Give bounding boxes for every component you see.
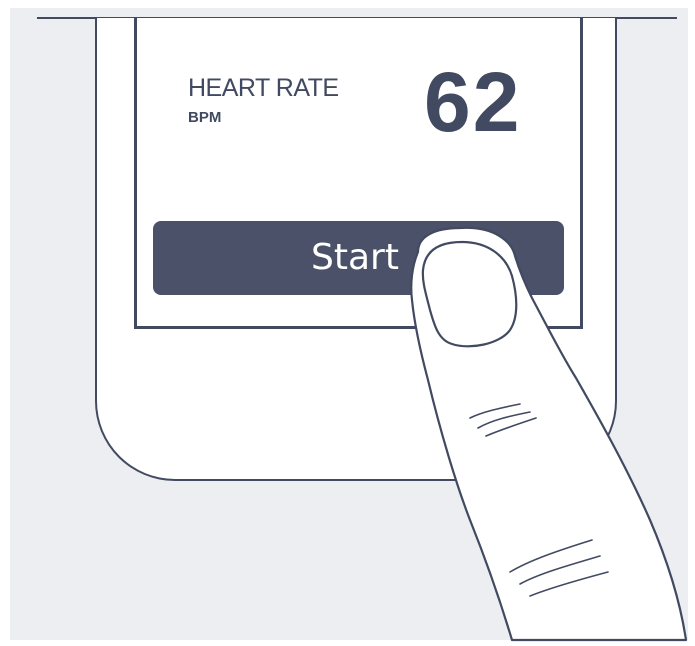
heart-rate-value: 62: [424, 55, 522, 149]
heart-rate-unit: BPM: [188, 109, 222, 126]
heart-rate-label: HEART RATE: [188, 74, 339, 102]
start-button-label: Start: [311, 237, 399, 278]
start-button[interactable]: Start: [153, 221, 564, 295]
